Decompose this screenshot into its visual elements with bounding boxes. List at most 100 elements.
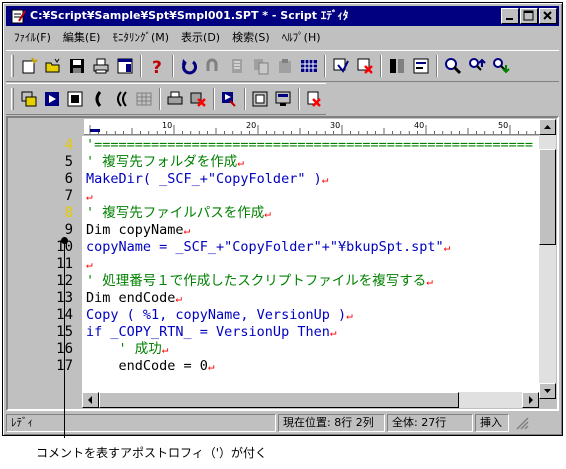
new-file-icon[interactable]	[18, 55, 40, 77]
code-line[interactable]: endCode = 0↵	[86, 358, 215, 375]
line-break-marker: ↵	[346, 309, 353, 322]
status-total: 全体: 27行	[387, 414, 473, 432]
delete-icon[interactable]	[188, 88, 209, 110]
ruler: 10 20 30 40 50	[84, 119, 539, 135]
scroll-left-button[interactable]	[82, 392, 99, 408]
print-icon[interactable]	[90, 55, 112, 77]
step-over-icon[interactable]	[110, 88, 131, 110]
line-break-marker: ↵	[86, 258, 93, 271]
step-icon[interactable]	[87, 88, 108, 110]
code-line[interactable]: '=======================================…	[86, 137, 533, 154]
grid-icon[interactable]	[298, 55, 320, 77]
find-next-icon[interactable]	[466, 55, 488, 77]
help-icon[interactable]: ?	[146, 55, 168, 77]
menu-help[interactable]: ﾍﾙﾌﾟ(H)	[276, 29, 327, 47]
line-number: 7	[64, 188, 73, 204]
scroll-thumb[interactable]	[539, 149, 556, 245]
toolbar-grip[interactable]	[11, 88, 14, 110]
toolbar-grip[interactable]	[11, 55, 14, 77]
line-break-marker: ↵	[183, 224, 191, 237]
paste-icon[interactable]	[274, 55, 296, 77]
code-area[interactable]: '=======================================…	[82, 136, 539, 400]
line-break-marker: ↵	[426, 275, 433, 288]
menu-search[interactable]: 検索(S)	[226, 29, 276, 47]
code-line[interactable]: ' 成功↵	[86, 341, 169, 358]
ruler-mark-30: 30	[330, 121, 340, 130]
line-break-marker: ↵	[443, 241, 451, 254]
minimize-button[interactable]	[501, 8, 519, 24]
find-prev-icon[interactable]	[490, 55, 512, 77]
line-break-marker: ↵	[237, 156, 244, 169]
code-line[interactable]: Copy ( %1, copyName, VersionUp )↵	[86, 307, 353, 324]
scroll-right-button[interactable]	[522, 392, 539, 408]
scroll-thumb-horizontal[interactable]	[99, 392, 459, 408]
maximize-button[interactable]	[520, 8, 538, 24]
line-number: 4	[64, 137, 73, 153]
window-icon[interactable]	[250, 88, 271, 110]
print2-icon[interactable]	[165, 88, 186, 110]
undo-icon[interactable]	[178, 55, 200, 77]
filter-icon[interactable]	[330, 55, 352, 77]
callout-label: コメントを表すアポストロフィ（'）が付く	[36, 446, 268, 460]
scroll-down-button[interactable]	[539, 383, 556, 399]
delete-filter-icon[interactable]	[354, 55, 376, 77]
resize-grip-icon[interactable]	[515, 416, 529, 430]
vertical-scrollbar[interactable]	[539, 119, 556, 399]
ruler-mark-10: 10	[162, 121, 172, 130]
find-icon[interactable]	[442, 55, 464, 77]
run-icon[interactable]	[41, 88, 62, 110]
format-icon[interactable]	[386, 55, 408, 77]
code-line[interactable]: ' 処理番号１で作成したスクリプトファイルを複写する↵	[86, 273, 433, 290]
settings-icon[interactable]	[410, 55, 432, 77]
code-line[interactable]: ' 複写先フォルダを作成↵	[86, 154, 244, 171]
code-line[interactable]: if _COPY_RTN_ = VersionUp Then↵	[86, 324, 336, 341]
menu-view[interactable]: 表示(D)	[175, 29, 226, 47]
line-number-gutter: 4567891011121314151617	[9, 136, 81, 400]
line-number: 5	[64, 154, 73, 170]
break-icon[interactable]	[304, 88, 325, 110]
ruler-mark-50: 50	[498, 121, 508, 130]
line-break-marker: ↵	[161, 343, 169, 356]
window-title: C:¥Script¥Sample¥Spt¥Smpl001.SPT * - Scr…	[30, 9, 349, 22]
stop-icon[interactable]	[64, 88, 85, 110]
toolbar-separator	[243, 88, 246, 110]
menu-edit[interactable]: 編集(E)	[57, 29, 107, 47]
toolbar-separator	[140, 55, 142, 77]
window2-icon[interactable]	[273, 88, 294, 110]
scroll-up-button[interactable]	[539, 119, 556, 135]
code-line[interactable]: Dim copyName↵	[86, 222, 190, 239]
code-line[interactable]: ↵	[86, 256, 93, 273]
line-break-marker: ↵	[86, 190, 93, 203]
properties-icon[interactable]	[114, 55, 136, 77]
code-line[interactable]: ' 複写先ファイルパスを作成↵	[86, 205, 271, 222]
ruler-scale: 10 20 30 40 50	[89, 121, 536, 134]
debug-icon[interactable]	[219, 88, 240, 110]
status-bar: ﾚﾃﾞｨ 現在位置: 8行 2列 全体: 27行 挿入	[6, 413, 559, 433]
horizontal-scrollbar[interactable]	[82, 392, 539, 408]
code-line-text: ' 成功	[86, 341, 162, 357]
cut-icon[interactable]	[226, 55, 248, 77]
monitor-icon[interactable]	[18, 88, 39, 110]
grid2-icon[interactable]	[133, 88, 154, 110]
title-bar[interactable]: C:¥Script¥Sample¥Spt¥Smpl001.SPT * - Scr…	[6, 6, 559, 26]
open-icon[interactable]	[42, 55, 64, 77]
close-button[interactable]	[539, 8, 557, 24]
toolbar-separator	[297, 88, 300, 110]
code-line[interactable]: Dim endCode↵	[86, 290, 182, 307]
redo-icon[interactable]	[202, 55, 224, 77]
copy-icon[interactable]	[250, 55, 272, 77]
status-ready: ﾚﾃﾞｨ	[6, 414, 276, 432]
code-editor[interactable]: 10 20 30 40 50 4567891011121314151617 '=…	[6, 116, 559, 411]
menu-file[interactable]: ﾌｧｲﾙ(F)	[6, 29, 57, 47]
code-line[interactable]: copyName = _SCF_+"CopyFolder"+"¥bkupSpt.…	[86, 239, 450, 256]
line-break-marker: ↵	[329, 326, 337, 339]
toolbar-separator	[324, 55, 326, 77]
code-line[interactable]: ↵	[86, 188, 93, 205]
menu-monitoring[interactable]: ﾓﾆﾀﾘﾝｸﾞ(M)	[106, 29, 175, 47]
code-line[interactable]: MakeDir( _SCF_+"CopyFolder" )↵	[86, 171, 328, 188]
editor-window: C:¥Script¥Sample¥Spt¥Smpl001.SPT * - Scr…	[2, 2, 563, 436]
code-line-text: '=======================================…	[86, 137, 534, 153]
line-break-marker: ↵	[321, 173, 329, 186]
line-number: 6	[64, 171, 73, 187]
save-icon[interactable]	[66, 55, 88, 77]
